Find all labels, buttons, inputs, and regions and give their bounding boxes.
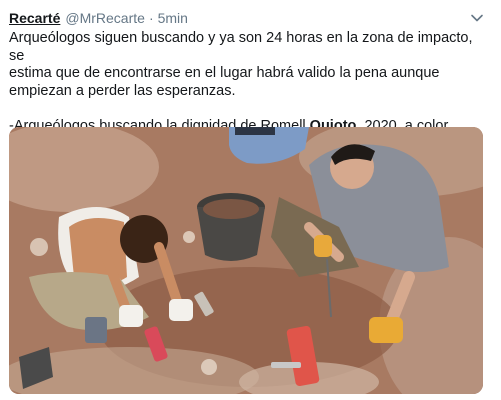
tweet-text-line: Arqueólogos siguen buscando y ya son 24 … [9,30,473,64]
separator-dot: · [148,10,154,26]
chevron-down-icon[interactable] [469,10,485,26]
tweet-header: Recarté @MrRecarte · 5min [9,9,188,27]
tweet-text-line: empiezan a perder las esperanzas. [9,82,236,99]
chevron-down-glyph [471,14,483,22]
author-handle[interactable]: @MrRecarte [65,10,145,26]
author-name[interactable]: Recarté [9,10,60,26]
tweet-text: Arqueólogos siguen buscando y ya son 24 … [9,30,491,135]
excavation-photo [9,127,483,394]
tweet-card[interactable]: Recarté @MrRecarte · 5min Arqueólogos si… [0,0,501,400]
tweet-timestamp[interactable]: 5min [158,10,188,26]
tweet-media-photo[interactable] [9,127,483,394]
tweet-text-line: estima que de encontrarse en el lugar ha… [9,65,440,81]
